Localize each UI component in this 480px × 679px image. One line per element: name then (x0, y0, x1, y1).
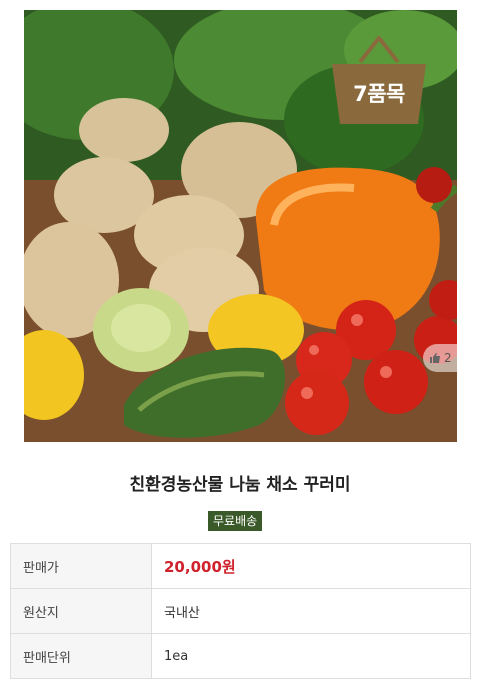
thumbs-up-icon (430, 353, 440, 363)
table-row: 판매가 20,000원 (10, 543, 471, 589)
item-count-label: 7품목 (353, 82, 405, 106)
product-title: 친환경농산물 나눔 채소 꾸러미 (129, 475, 351, 495)
origin-label: 원산지 (10, 588, 152, 634)
unit-value: 1ea (151, 633, 471, 679)
like-button[interactable]: 2 (423, 344, 457, 372)
origin-value: 국내산 (151, 588, 471, 634)
like-count: 2 (444, 351, 452, 365)
basket-badge: 7품목 (330, 34, 428, 126)
table-row: 원산지 국내산 (10, 588, 471, 634)
free-shipping-badge: 무료배송 (208, 511, 263, 531)
table-row: 판매단위 1ea (10, 633, 471, 679)
price-label: 판매가 (10, 543, 152, 589)
unit-label: 판매단위 (10, 633, 152, 679)
price-value: 20,000원 (151, 543, 471, 589)
product-info-table: 판매가 20,000원 원산지 국내산 판매단위 1ea (10, 543, 471, 679)
